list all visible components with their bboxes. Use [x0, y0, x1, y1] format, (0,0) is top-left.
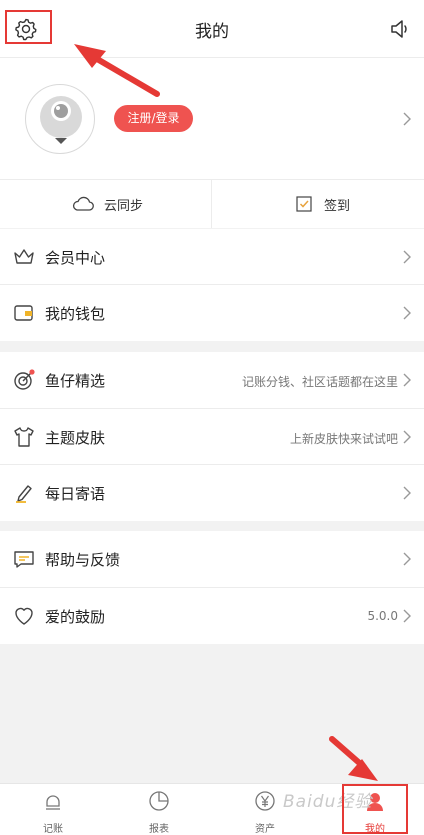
yen-icon	[255, 791, 275, 811]
menu-item-label: 我的钱包	[45, 305, 106, 323]
chevron-right-icon	[403, 609, 411, 623]
pen-icon	[16, 485, 32, 503]
cloud-icon	[72, 196, 94, 211]
target-icon	[14, 369, 35, 390]
tab-report[interactable]: 报表	[106, 784, 212, 835]
sound-button[interactable]	[388, 17, 412, 41]
page-title: 我的	[195, 22, 229, 42]
app-version: 5.0.0	[367, 609, 398, 623]
checkin-label: 签到	[324, 199, 351, 214]
menu-item-subtitle: 记账分钱、社区话题都在这里	[241, 375, 398, 389]
top-bar: 我的	[0, 0, 424, 58]
menu-item-label: 帮助与反馈	[45, 551, 121, 569]
tshirt-icon	[14, 427, 34, 447]
checkin-button[interactable]: 签到	[212, 180, 424, 228]
wallet-icon	[14, 305, 33, 321]
chevron-right-icon	[403, 112, 411, 126]
tab-ledger[interactable]: 记账	[0, 784, 106, 835]
menu-item-help-feedback[interactable]: 帮助与反馈	[0, 531, 424, 587]
menu-item-daily-quote[interactable]: 每日寄语	[0, 465, 424, 521]
chevron-right-icon	[403, 250, 411, 264]
menu-item-vip[interactable]: 会员中心	[0, 229, 424, 285]
menu-item-label: 鱼仔精选	[45, 372, 106, 390]
avatar[interactable]	[25, 84, 95, 154]
arrow-to-mine-tab	[329, 736, 378, 781]
chevron-right-icon	[403, 552, 411, 566]
login-button[interactable]: 注册/登录	[114, 105, 193, 132]
tab-label: 资产	[255, 824, 275, 835]
checkbox-icon	[296, 196, 312, 212]
menu-item-subtitle: 上新皮肤快来试试吧	[289, 432, 398, 446]
ledger-icon	[46, 795, 60, 810]
pie-chart-icon	[149, 791, 169, 811]
default-avatar-icon	[40, 96, 82, 144]
menu-item-label: 每日寄语	[45, 485, 106, 503]
settings-highlight-box	[5, 10, 52, 44]
sync-checkin-row: 云同步 签到	[0, 180, 424, 228]
cloud-sync-label: 云同步	[104, 199, 144, 214]
chat-icon	[14, 551, 34, 568]
menu-item-label: 会员中心	[45, 249, 106, 267]
menu-item-encourage[interactable]: 爱的鼓励 5.0.0	[0, 588, 424, 644]
menu-item-theme[interactable]: 主题皮肤 上新皮肤快来试试吧	[0, 409, 424, 465]
tab-label: 记账	[43, 824, 63, 835]
chevron-right-icon	[403, 306, 411, 320]
heart-icon	[15, 607, 33, 625]
crown-icon	[14, 249, 34, 264]
menu-item-label: 爱的鼓励	[45, 608, 106, 626]
menu-item-wallet[interactable]: 我的钱包	[0, 285, 424, 341]
chevron-right-icon	[403, 373, 411, 387]
menu-item-label: 主题皮肤	[45, 429, 106, 447]
tab-label: 报表	[149, 824, 169, 835]
chevron-right-icon	[403, 430, 411, 444]
cloud-sync-button[interactable]: 云同步	[0, 180, 212, 228]
chevron-right-icon	[403, 486, 411, 500]
profile-card[interactable]: 注册/登录	[0, 58, 424, 180]
mine-tab-highlight-box	[342, 784, 408, 834]
speaker-icon	[391, 20, 407, 38]
menu-item-featured[interactable]: 鱼仔精选 记账分钱、社区话题都在这里	[0, 352, 424, 408]
